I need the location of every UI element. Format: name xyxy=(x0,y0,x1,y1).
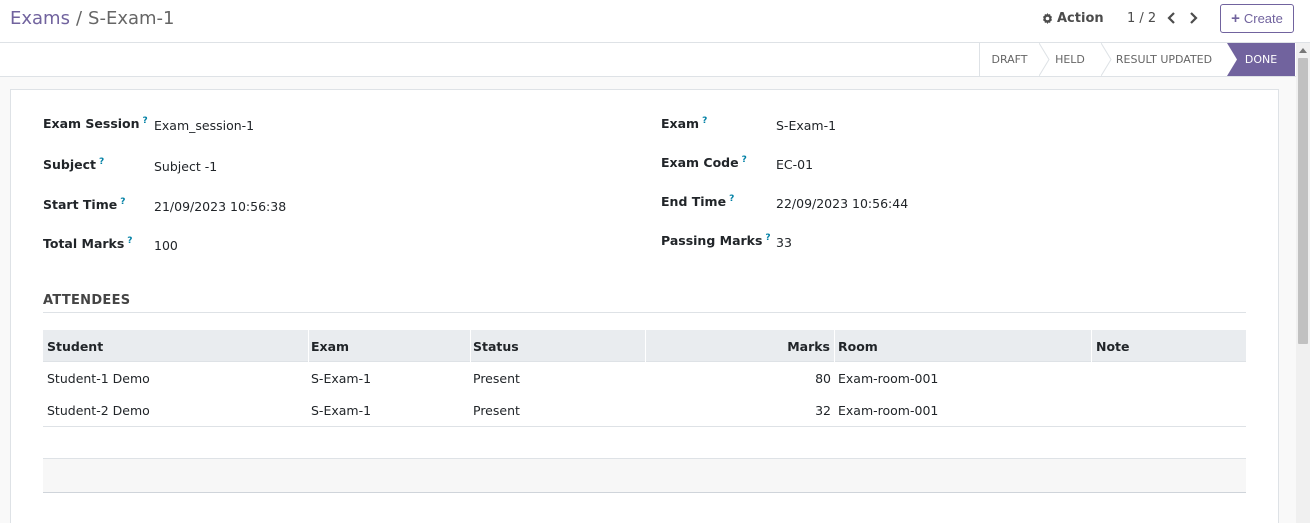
subject-field: Subject -1 xyxy=(154,159,218,174)
exam-code-field: EC-01 xyxy=(776,157,814,172)
create-button[interactable]: + Create xyxy=(1220,4,1294,33)
column-header-status[interactable]: Status xyxy=(471,330,646,362)
start-time-field: 21/09/2023 10:56:38 xyxy=(154,199,287,214)
help-icon[interactable]: ? xyxy=(120,197,125,207)
column-header-exam[interactable]: Exam xyxy=(309,330,471,362)
breadcrumb-current: S-Exam-1 xyxy=(88,8,175,29)
control-panel: Exams / S-Exam-1 Action 1 / 2 + Create xyxy=(0,0,1310,43)
help-icon[interactable]: ? xyxy=(729,194,734,204)
breadcrumb: Exams / S-Exam-1 xyxy=(10,8,175,29)
create-label: Create xyxy=(1243,11,1283,26)
help-icon[interactable]: ? xyxy=(702,116,707,126)
table-footer xyxy=(43,459,1246,493)
table-row[interactable]: Student-1 Demo S-Exam-1 Present 80 Exam-… xyxy=(43,362,1246,395)
stage-done-arrow xyxy=(1227,43,1239,76)
end-time-field: 22/09/2023 10:56:44 xyxy=(776,196,909,211)
help-icon[interactable]: ? xyxy=(143,116,148,126)
help-icon[interactable]: ? xyxy=(742,155,747,165)
end-time-label: End Time? xyxy=(661,194,735,209)
cell-room: Exam-room-001 xyxy=(838,402,939,418)
cell-status: Present xyxy=(473,370,520,386)
cell-student: Student-1 Demo xyxy=(47,370,150,386)
breadcrumb-exams-link[interactable]: Exams xyxy=(10,8,70,29)
chevron-right-icon[interactable] xyxy=(1186,10,1200,26)
exam-code-label: Exam Code? xyxy=(661,155,747,170)
stage-held[interactable]: HELD xyxy=(1039,43,1101,76)
cell-exam: S-Exam-1 xyxy=(311,370,372,386)
action-button[interactable]: Action xyxy=(1042,11,1104,26)
passing-marks-label: Passing Marks? xyxy=(661,233,771,248)
cell-room: Exam-room-001 xyxy=(838,370,939,386)
stage-draft[interactable]: DRAFT xyxy=(979,43,1039,76)
start-time-label: Start Time? xyxy=(43,197,126,212)
column-header-marks[interactable]: Marks xyxy=(646,330,835,362)
help-icon[interactable]: ? xyxy=(765,233,770,243)
exam-label: Exam? xyxy=(661,116,708,131)
cell-exam: S-Exam-1 xyxy=(311,402,372,418)
plus-icon: + xyxy=(1231,10,1240,27)
cell-marks: 32 xyxy=(815,402,831,418)
table-header: Student Exam Status Marks Room Note xyxy=(43,330,1246,362)
scrollbar-thumb[interactable] xyxy=(1298,58,1308,344)
section-divider xyxy=(43,312,1246,313)
attendees-title: ATTENDEES xyxy=(43,293,131,308)
subject-label: Subject? xyxy=(43,157,105,172)
stage-result-updated[interactable]: RESULT UPDATED xyxy=(1101,43,1227,76)
help-icon[interactable]: ? xyxy=(99,157,104,167)
table-row[interactable]: Student-2 Demo S-Exam-1 Present 32 Exam-… xyxy=(43,394,1246,427)
total-marks-label: Total Marks? xyxy=(43,236,133,251)
exam-field: S-Exam-1 xyxy=(776,118,837,133)
column-header-note[interactable]: Note xyxy=(1092,330,1246,362)
help-icon[interactable]: ? xyxy=(127,236,132,246)
cell-status: Present xyxy=(473,402,520,418)
passing-marks-field: 33 xyxy=(776,235,792,250)
cell-marks: 80 xyxy=(815,370,831,386)
breadcrumb-separator: / xyxy=(75,8,83,29)
pager-value[interactable]: 1 / 2 xyxy=(1127,11,1156,26)
exam-session-field: Exam_session-1 xyxy=(154,118,255,133)
column-header-student[interactable]: Student xyxy=(43,330,309,362)
statusbar: DRAFT HELD RESULT UPDATED DONE xyxy=(0,43,1296,77)
scroll-up-arrow-icon[interactable] xyxy=(1296,43,1310,57)
action-label: Action xyxy=(1057,11,1104,26)
exam-session-label: Exam Session? xyxy=(43,116,148,131)
total-marks-field: 100 xyxy=(154,238,178,253)
cell-student: Student-2 Demo xyxy=(47,402,150,418)
chevron-left-icon[interactable] xyxy=(1164,10,1178,26)
gear-icon xyxy=(1042,13,1053,24)
column-header-room[interactable]: Room xyxy=(835,330,1092,362)
table-empty-row xyxy=(43,427,1246,459)
